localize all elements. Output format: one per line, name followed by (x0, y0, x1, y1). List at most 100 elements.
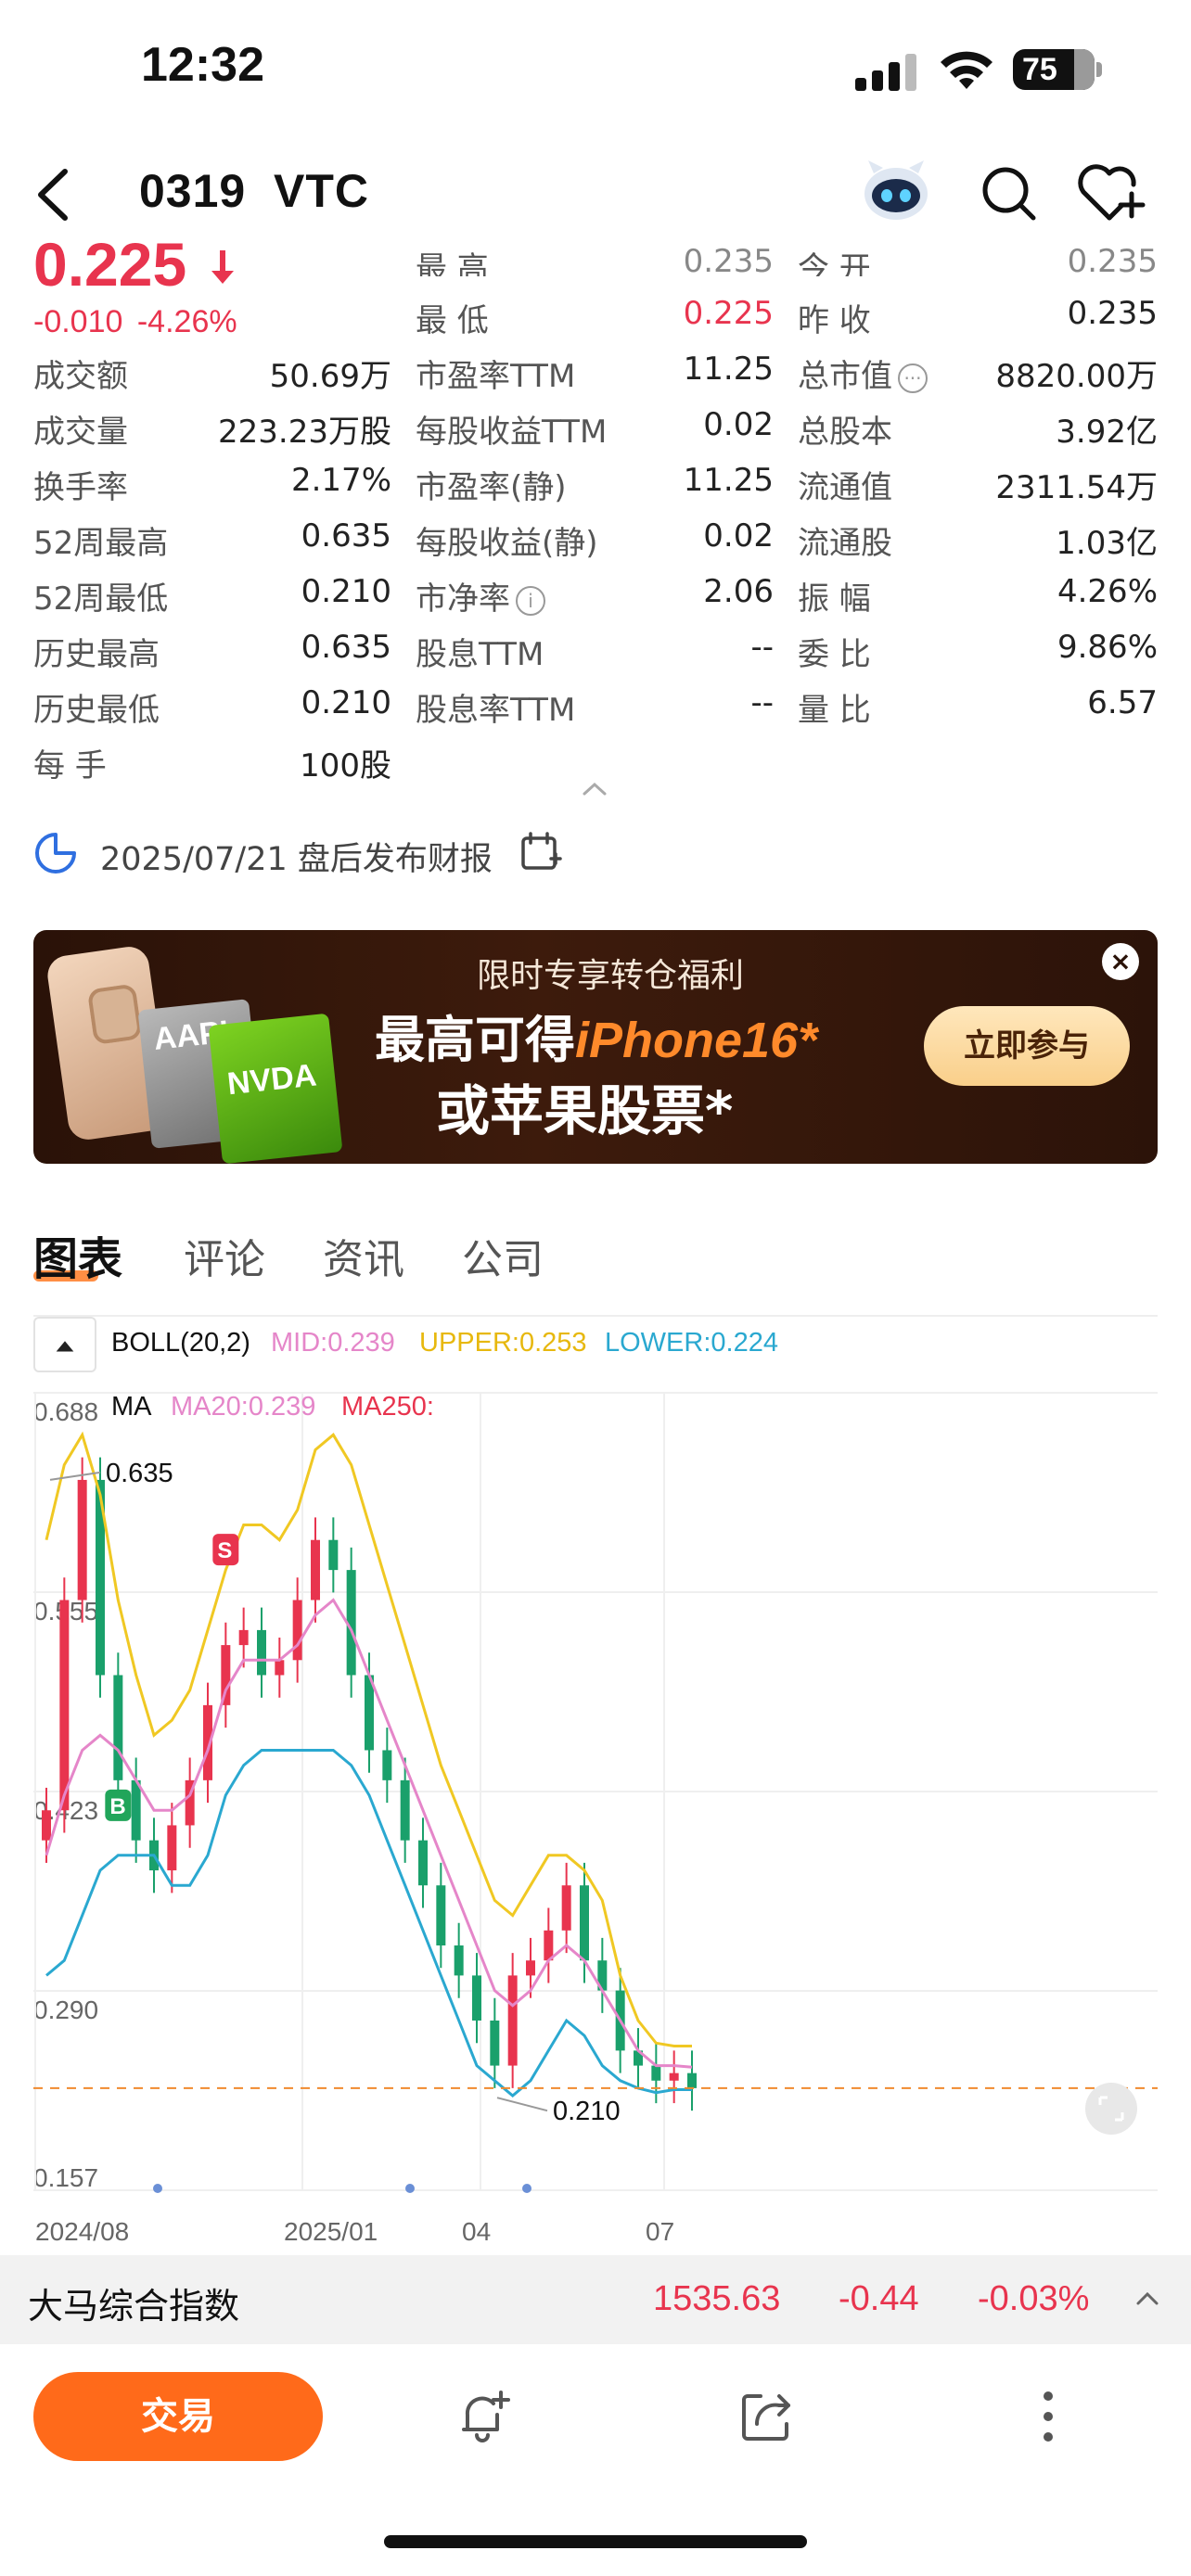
candle-body (580, 1885, 589, 1961)
pb-text: 市净率 (416, 580, 510, 618)
earnings-report-text: 2025/07/21 盘后发布财报 (100, 841, 493, 878)
max-pointer (49, 1471, 101, 1481)
battery-level: 75 (1022, 52, 1057, 87)
stat-prev-close-value: 0.235 (1067, 295, 1158, 332)
tab-company[interactable]: 公司 (462, 1226, 544, 1285)
ai-assistant-icon[interactable] (861, 153, 931, 227)
stat-pe-ttm-label: 市盈率TTM (416, 358, 576, 395)
index-change: -0.44 (839, 2279, 919, 2318)
index-value: 1535.63 (653, 2279, 781, 2318)
stat-market-cap-label[interactable]: 总市值 ··· (798, 351, 928, 396)
stat-volume-value: 223.23万股 (218, 414, 391, 451)
price-chart-svg[interactable]: 0.6880.5550.4230.2900.1572024/082025/010… (0, 1372, 1191, 2246)
earnings-report-row[interactable]: 2025/07/21 盘后发布财报 (33, 825, 683, 881)
close-icon[interactable]: × (1102, 943, 1139, 980)
stat-pb-label[interactable]: 市净率 i (416, 573, 545, 618)
banner-headline-2: 或苹果股票* (436, 1079, 734, 1142)
candle-body (561, 1885, 571, 1931)
candle-body (400, 1779, 410, 1841)
event-dot (153, 2184, 162, 2193)
candle-body (687, 2072, 697, 2088)
content-tabs: 图表 评论 资讯 公司 (33, 1222, 775, 1296)
share-icon[interactable] (736, 2387, 796, 2446)
stat-div-ttm-value: -- (750, 629, 774, 666)
back-icon[interactable] (28, 162, 83, 227)
candle-body (651, 2065, 661, 2081)
min-pointer (496, 2097, 548, 2112)
stat-total-shares-label: 总股本 (798, 414, 892, 451)
info-icon[interactable]: i (516, 585, 545, 616)
indicator-toggle-icon[interactable] (33, 1317, 96, 1372)
battery-empty-segment (1074, 49, 1095, 90)
y-tick-label: 0.688 (33, 1397, 98, 1426)
stat-lot-label: 每 手 (33, 747, 107, 784)
stat-52w-high-value: 0.635 (301, 517, 391, 555)
stat-pe-static-value: 11.25 (683, 462, 774, 499)
tab-comments[interactable]: 评论 (184, 1226, 265, 1285)
trade-marker-text: B (109, 1794, 125, 1819)
stat-52w-low-label: 52周最低 (33, 580, 169, 618)
join-now-button[interactable]: 立即参与 (924, 1006, 1130, 1086)
candle-body (292, 1600, 302, 1661)
y-tick-label: 0.157 (33, 2163, 98, 2192)
min-price-label: 0.210 (553, 2097, 621, 2126)
stat-div-yield-label: 股息率TTM (416, 692, 576, 729)
candle-body (77, 1479, 87, 1600)
stat-turnover-value: 50.69万 (269, 358, 391, 395)
nvda-card: NVDA (208, 1013, 343, 1164)
candle-body (311, 1539, 320, 1600)
search-icon[interactable] (978, 162, 1039, 223)
expand-chevron-icon[interactable] (1133, 2289, 1161, 2309)
market-index-bar[interactable]: 大马综合指数 1535.63 -0.44 -0.03% (0, 2255, 1191, 2344)
y-tick-label: 0.290 (33, 1996, 98, 2024)
tab-chart[interactable]: 图表 (33, 1222, 122, 1287)
battery-indicator: 75 (1013, 49, 1102, 90)
promo-banner[interactable]: AAPL NVDA 限时专享转仓福利 最高可得iPhone16* 或苹果股票* … (33, 930, 1158, 1164)
stat-hist-high-value: 0.635 (301, 629, 391, 666)
stat-div-yield-value: -- (750, 684, 774, 721)
collapse-chevron-icon[interactable] (579, 779, 610, 797)
candle-body (507, 1975, 518, 2066)
candle-body (454, 1945, 464, 1976)
candle-body (238, 1629, 249, 1646)
index-name: 大马综合指数 (28, 2286, 240, 2327)
stat-pe-ttm-value: 11.25 (683, 351, 774, 388)
more-icon[interactable]: ··· (898, 363, 928, 393)
add-favorite-icon[interactable] (1076, 162, 1146, 223)
banner-subtitle: 限时专享转仓福利 (477, 957, 745, 995)
price-chart[interactable]: 0.6880.5550.4230.2900.1572024/082025/010… (0, 1372, 1191, 2246)
banner-headline-prefix: 最高可得 (375, 1011, 575, 1069)
boll-lower-line (45, 1749, 692, 2098)
candle-body (113, 1675, 123, 1780)
trade-button[interactable]: 交易 (33, 2372, 323, 2461)
event-dot (405, 2184, 415, 2193)
candle-body (328, 1539, 339, 1571)
stat-turnover-label: 成交额 (33, 358, 128, 395)
status-bar: 12:32 75 (0, 0, 1191, 139)
cell-signal-icon (855, 54, 916, 91)
bottom-toolbar: 交易 (0, 2344, 1191, 2502)
candle-body (42, 1810, 51, 1841)
more-vertical-icon[interactable] (1018, 2387, 1078, 2446)
tab-news[interactable]: 资讯 (323, 1226, 404, 1285)
price-change: -0.010 -4.26% (33, 304, 237, 340)
candle-body (472, 1975, 481, 2021)
x-tick-label: 04 (462, 2217, 491, 2244)
boll-label: BOLL(20,2) (111, 1328, 250, 1358)
x-tick-label: 2025/01 (284, 2217, 378, 2244)
candle-body (167, 1825, 177, 1871)
stat-turnover-rate-label: 换手率 (33, 469, 128, 506)
stat-div-ttm-label: 股息TTM (416, 636, 544, 673)
change-percent: -4.26% (136, 304, 237, 339)
stat-bid-ratio-value: 9.86% (1057, 629, 1158, 666)
ma-label: MA (111, 1392, 152, 1422)
max-price-label: 0.635 (106, 1459, 173, 1488)
add-calendar-icon[interactable] (519, 831, 562, 874)
x-tick-label: 2024/08 (35, 2217, 129, 2244)
x-tick-label: 07 (646, 2217, 674, 2244)
stat-turnover-rate-value: 2.17% (290, 462, 391, 499)
add-alert-icon[interactable] (455, 2387, 514, 2446)
stat-pb-value: 2.06 (703, 573, 774, 610)
stat-low-label: 最 低 (416, 302, 489, 339)
candle-body (131, 1779, 141, 1841)
